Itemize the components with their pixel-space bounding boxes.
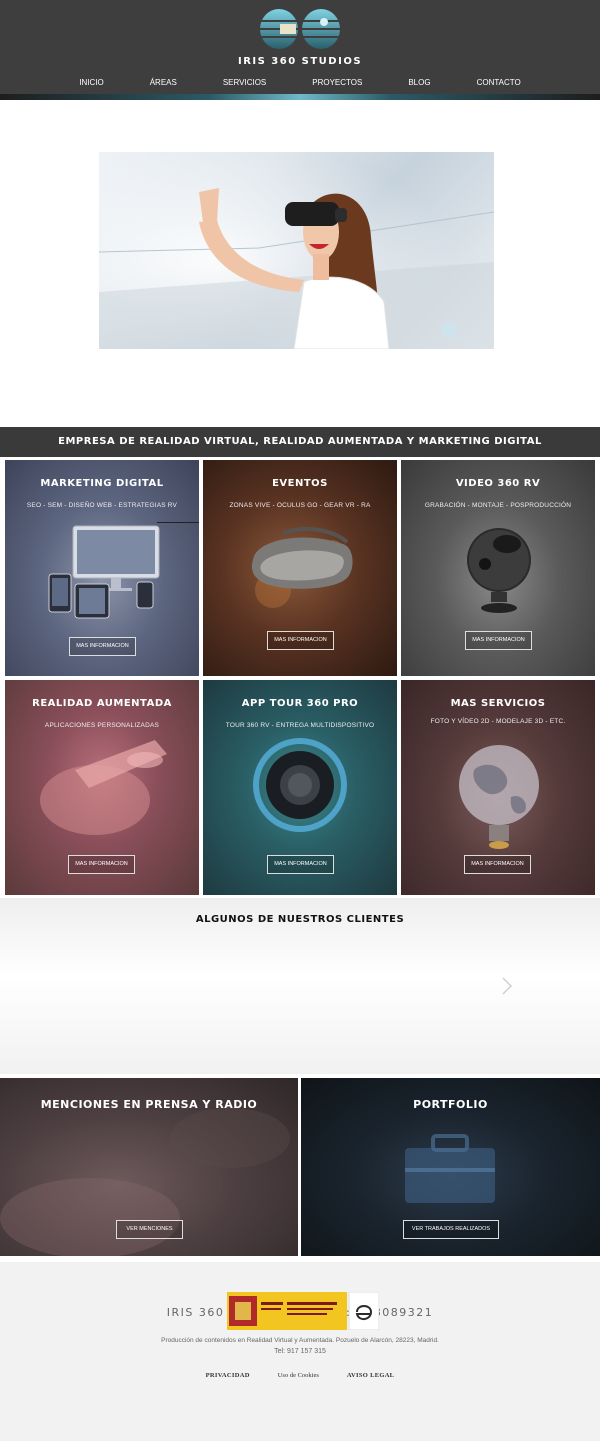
main-nav: INICIO ÁREAS SERVICIOS PROYECTOS BLOG CO… (0, 78, 600, 87)
government-logo (227, 1292, 379, 1330)
mas-informacion-button[interactable]: MAS INFORMACION (68, 855, 135, 874)
header-accent-bar (0, 94, 600, 100)
press-tile[interactable]: MENCIONES EN PRENSA Y RADIO VER MENCIONE… (0, 1078, 298, 1256)
tile-subtitle: FOTO Y VÍDEO 2D - MODELAJE 3D - ETC. (430, 718, 566, 725)
nav-item-blog[interactable]: BLOG (385, 78, 453, 87)
service-tile-video360[interactable]: VIDEO 360 RV GRABACIÓN - MONTAJE - POSPR… (401, 460, 595, 676)
vr-woman-illustration (99, 152, 494, 349)
tile-subtitle: APLICACIONES PERSONALIZADAS (44, 722, 160, 729)
company-address: Producción de contenidos en Realidad Vir… (161, 1337, 439, 1344)
service-tile-realidad-aumentada[interactable]: REALIDAD AUMENTADA APLICACIONES PERSONAL… (5, 680, 199, 895)
nav-item-areas[interactable]: ÁREAS (127, 78, 200, 87)
tile-title: VIDEO 360 RV (455, 478, 541, 489)
clients-section: ALGUNOS DE NUESTROS CLIENTES (0, 898, 600, 1074)
tile-title: APP TOUR 360 PRO (241, 698, 359, 709)
site-footer: IRIS 360 STUDIOS S.L. CIF: B88089321 Pro… (0, 1262, 600, 1441)
nav-item-proyectos[interactable]: PROYECTOS (289, 78, 385, 87)
service-tile-mas-servicios[interactable]: MAS SERVICIOS FOTO Y VÍDEO 2D - MODELAJE… (401, 680, 595, 895)
tile-title: MAS SERVICIOS (450, 698, 546, 709)
aviso-legal-link[interactable]: AVISO LEGAL (347, 1372, 394, 1379)
portfolio-tile[interactable]: PORTFOLIO VER TRABAJOS REALIZADOS (301, 1078, 600, 1256)
footer-links: PRIVACIDAD Uso de Cookies AVISO LEGAL (0, 1372, 600, 1379)
mas-informacion-button[interactable]: MAS INFORMACION (465, 631, 532, 650)
globe-bulb-icon (459, 745, 539, 849)
iris-logo-icon[interactable] (258, 6, 342, 52)
privacidad-link[interactable]: PRIVACIDAD (206, 1372, 250, 1379)
tour-360-icon (253, 738, 347, 832)
brand-name: IRIS 360 STUDIOS (237, 56, 363, 67)
tile-title: MARKETING DIGITAL (40, 478, 164, 489)
nav-item-servicios[interactable]: SERVICIOS (200, 78, 289, 87)
mas-informacion-button[interactable]: MAS INFORMACION (267, 631, 334, 650)
tile-subtitle: GRABACIÓN - MONTAJE - POSPRODUCCIÓN (424, 502, 572, 509)
divider-line (157, 522, 199, 523)
phone-hand-icon (40, 740, 167, 835)
ver-menciones-button[interactable]: VER MENCIONES (116, 1220, 183, 1239)
service-tile-app-tour[interactable]: APP TOUR 360 PRO TOUR 360 RV - ENTREGA M… (203, 680, 397, 895)
tile-title: EVENTOS (272, 478, 328, 489)
service-tile-marketing[interactable]: MARKETING DIGITAL SEO - SEM - DISEÑO WEB… (5, 460, 199, 676)
site-header: IRIS 360 STUDIOS INICIO ÁREAS SERVICIOS … (0, 0, 600, 100)
company-banner: EMPRESA DE REALIDAD VIRTUAL, REALIDAD AU… (0, 427, 600, 457)
vr-headset-icon (251, 526, 353, 608)
clients-title: ALGUNOS DE NUESTROS CLIENTES (195, 914, 405, 925)
ver-trabajos-button[interactable]: VER TRABAJOS REALIZADOS (403, 1220, 499, 1239)
press-title: MENCIONES EN PRENSA Y RADIO (40, 1098, 258, 1111)
camera-360-icon (467, 528, 531, 613)
tile-subtitle: ZONAS VIVE - OCULUS GO - GEAR VR - RA (229, 502, 371, 509)
portfolio-title: PORTFOLIO (413, 1098, 488, 1111)
tile-subtitle: TOUR 360 RV - ENTREGA MULTIDISPOSITIVO (225, 722, 375, 729)
cookies-link[interactable]: Uso de Cookies (278, 1372, 319, 1379)
nav-item-contacto[interactable]: CONTACTO (454, 78, 544, 87)
briefcase-icon (405, 1134, 495, 1203)
hero-image (99, 152, 494, 349)
chevron-right-icon[interactable] (500, 976, 514, 996)
company-phone[interactable]: Tel: 917 157 315 (0, 1348, 600, 1355)
service-tile-eventos[interactable]: EVENTOS ZONAS VIVE - OCULUS GO - GEAR VR… (203, 460, 397, 676)
mas-informacion-button[interactable]: MAS INFORMACION (464, 855, 531, 874)
tile-subtitle: SEO - SEM - DISEÑO WEB - ESTRATEGIAS RV (26, 502, 178, 509)
tile-title: REALIDAD AUMENTADA (32, 698, 172, 709)
mas-informacion-button[interactable]: MAS INFORMACION (267, 855, 334, 874)
mas-informacion-button[interactable]: MAS INFORMACION (69, 637, 136, 656)
nav-item-inicio[interactable]: INICIO (56, 78, 126, 87)
devices-icon (48, 525, 160, 619)
